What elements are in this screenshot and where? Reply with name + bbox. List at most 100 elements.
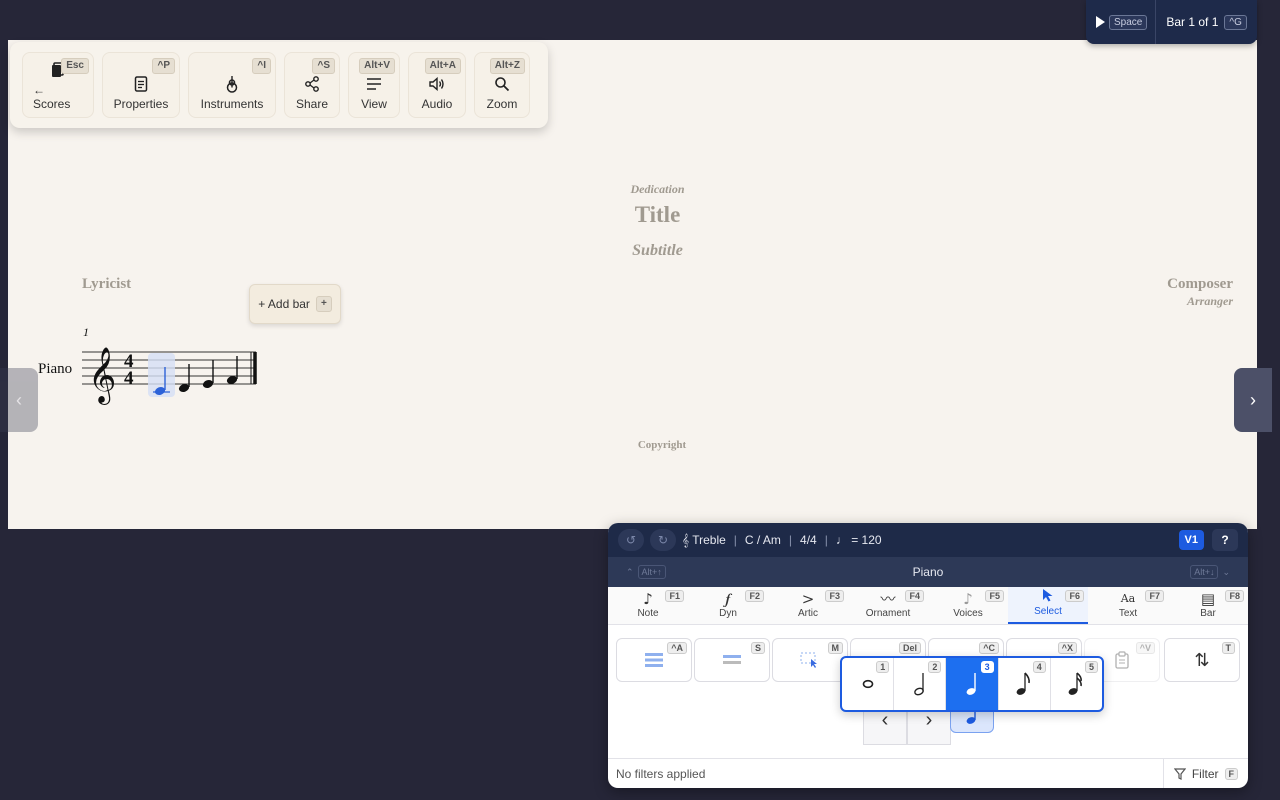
shortcut-badge: F xyxy=(1224,767,1238,780)
filter-label: Filter xyxy=(1191,766,1219,781)
play-shortcut: Space xyxy=(1109,14,1148,30)
shortcut-badge: 3 xyxy=(980,661,994,673)
tab-artic[interactable]: F3 > Artic xyxy=(768,587,848,624)
duration-quarter[interactable]: 3 xyxy=(946,658,999,710)
duration-eighth[interactable]: 4 xyxy=(999,658,1051,710)
bar-icon: ▤ xyxy=(1200,590,1216,608)
next-page-button[interactable]: › xyxy=(1234,368,1272,432)
dedication-text[interactable]: Dedication xyxy=(0,182,1280,197)
shortcut-badge: ^V xyxy=(1135,642,1155,654)
clef-status[interactable]: 𝄞 Treble xyxy=(682,533,726,548)
filter-status: No filters applied xyxy=(616,766,706,781)
tab-label: Voices xyxy=(953,608,983,619)
tab-note[interactable]: F1 ♪ Note xyxy=(608,587,688,624)
shortcut-badge: F2 xyxy=(745,590,764,602)
add-bar-button[interactable]: + Add bar + xyxy=(249,284,341,324)
bar-indicator[interactable]: Bar 1 of 1 ^G xyxy=(1156,14,1247,30)
voice-badge[interactable]: V1 xyxy=(1178,530,1204,550)
tab-label: Select xyxy=(1034,606,1062,617)
marquee-select-button[interactable]: M xyxy=(772,638,848,682)
filter-button[interactable]: Filter F xyxy=(1162,759,1248,788)
duration-half[interactable]: 2 xyxy=(894,658,947,710)
lines-icon xyxy=(365,75,383,93)
shortcut-badge: F3 xyxy=(825,590,844,602)
divider: | xyxy=(733,533,737,547)
tab-label: Note xyxy=(637,608,659,619)
status-bar: ↺ ↻ 𝄞 Treble | C / Am | 4/4 | ♩ = 120 V1… xyxy=(608,523,1248,557)
shortcut-badge: Alt+↓ xyxy=(1190,565,1219,579)
lyricist-text[interactable]: Lyricist xyxy=(82,276,131,293)
add-bar-shortcut: + xyxy=(315,296,332,312)
duration-whole[interactable]: 1 xyxy=(842,658,895,710)
share-button[interactable]: ^S Share xyxy=(284,52,340,118)
subtitle-text[interactable]: Subtitle xyxy=(0,242,1280,260)
tab-dyn[interactable]: F2 𝆑 Dyn xyxy=(688,587,768,624)
undo-icon: ↺ xyxy=(625,533,637,547)
previous-page-button[interactable]: ‹ xyxy=(0,368,38,432)
note-3 xyxy=(202,360,214,388)
play-icon xyxy=(1096,16,1105,28)
undo-button[interactable]: ↺ xyxy=(618,529,644,551)
top-menu: Esc ← Scores ^P Properties ^I Instrument… xyxy=(10,42,548,128)
select-all-button[interactable]: ^A xyxy=(616,638,692,682)
shortcut-badge: 2 xyxy=(928,661,942,673)
play-button[interactable]: Space xyxy=(1086,0,1157,44)
flip-button[interactable]: T ⇅ xyxy=(1164,638,1240,682)
instrument-name[interactable]: Piano xyxy=(38,361,72,378)
goto-bar-shortcut: ^G xyxy=(1224,14,1247,30)
copyright-text[interactable]: Copyright xyxy=(0,439,1280,451)
zoom-button[interactable]: Alt+Z Zoom xyxy=(474,52,530,118)
composer-text[interactable]: Composer xyxy=(1167,276,1233,293)
select-staff-icon xyxy=(723,655,741,664)
tab-ornament[interactable]: F4 〰 Ornament xyxy=(848,587,928,624)
audio-button[interactable]: Alt+A Audio xyxy=(408,52,466,118)
select-staff-button[interactable]: S xyxy=(694,638,770,682)
time-status[interactable]: 4/4 xyxy=(800,533,817,547)
arranger-text[interactable]: Arranger xyxy=(1187,294,1233,309)
duration-sixteenth[interactable]: 5 xyxy=(1051,658,1102,710)
menu-label: Audio xyxy=(421,97,453,111)
menu-label: ← Scores xyxy=(33,83,71,111)
share-icon xyxy=(303,75,321,93)
tempo-status[interactable]: ♩ = 120 xyxy=(836,533,882,547)
instruments-button[interactable]: ^I Instruments xyxy=(188,52,276,118)
tab-label: Ornament xyxy=(865,608,911,619)
redo-icon: ↻ xyxy=(657,533,669,547)
shortcut-badge: ^X xyxy=(1057,642,1077,654)
key-status[interactable]: C / Am xyxy=(745,533,781,547)
next-instrument-button[interactable]: Alt+↓ ⌄ xyxy=(1190,565,1230,579)
scores-button[interactable]: Esc ← Scores xyxy=(22,52,94,118)
instrument-label: Piano xyxy=(912,565,944,579)
shortcut-badge: Alt+V xyxy=(359,58,395,74)
tab-select[interactable]: F6 Select xyxy=(1008,587,1088,624)
divider: | xyxy=(788,533,793,547)
clipboard-icon xyxy=(1115,651,1129,669)
cursor-icon xyxy=(1042,588,1054,606)
tab-voices[interactable]: F5 ♪ Voices xyxy=(928,587,1008,624)
tab-label: Bar xyxy=(1200,608,1216,619)
staff[interactable]: 𝄞 4 4 xyxy=(80,335,262,405)
shortcut-badge: 1 xyxy=(876,661,890,673)
accent-icon: > xyxy=(801,590,815,608)
sixteenth-note-icon xyxy=(1069,672,1083,695)
redo-button[interactable]: ↻ xyxy=(650,529,676,551)
treble-clef: 𝄞 xyxy=(88,347,116,405)
view-button[interactable]: Alt+V View xyxy=(348,52,400,118)
help-button[interactable]: ? xyxy=(1212,529,1238,551)
shortcut-badge: Esc xyxy=(61,58,89,74)
title-text[interactable]: Title xyxy=(0,202,1280,228)
half-note-icon xyxy=(913,673,924,696)
eighth-note-icon xyxy=(1016,672,1031,695)
filter-footer: No filters applied Filter F xyxy=(608,758,1248,788)
shortcut-badge: ^I xyxy=(252,58,271,74)
shortcut-badge: F1 xyxy=(665,590,684,602)
shortcut-badge: 4 xyxy=(1032,661,1046,673)
prev-instrument-button[interactable]: ⌃ Alt+↑ xyxy=(626,565,666,579)
filter-icon xyxy=(1173,767,1186,780)
chevron-right-icon: › xyxy=(1250,389,1256,410)
tab-bar[interactable]: F8 ▤ Bar xyxy=(1168,587,1248,624)
shortcut-badge: 5 xyxy=(1085,661,1099,673)
tab-text[interactable]: F7 Aa Text xyxy=(1088,587,1168,624)
properties-button[interactable]: ^P Properties xyxy=(102,52,180,118)
menu-label: Properties xyxy=(113,97,169,111)
